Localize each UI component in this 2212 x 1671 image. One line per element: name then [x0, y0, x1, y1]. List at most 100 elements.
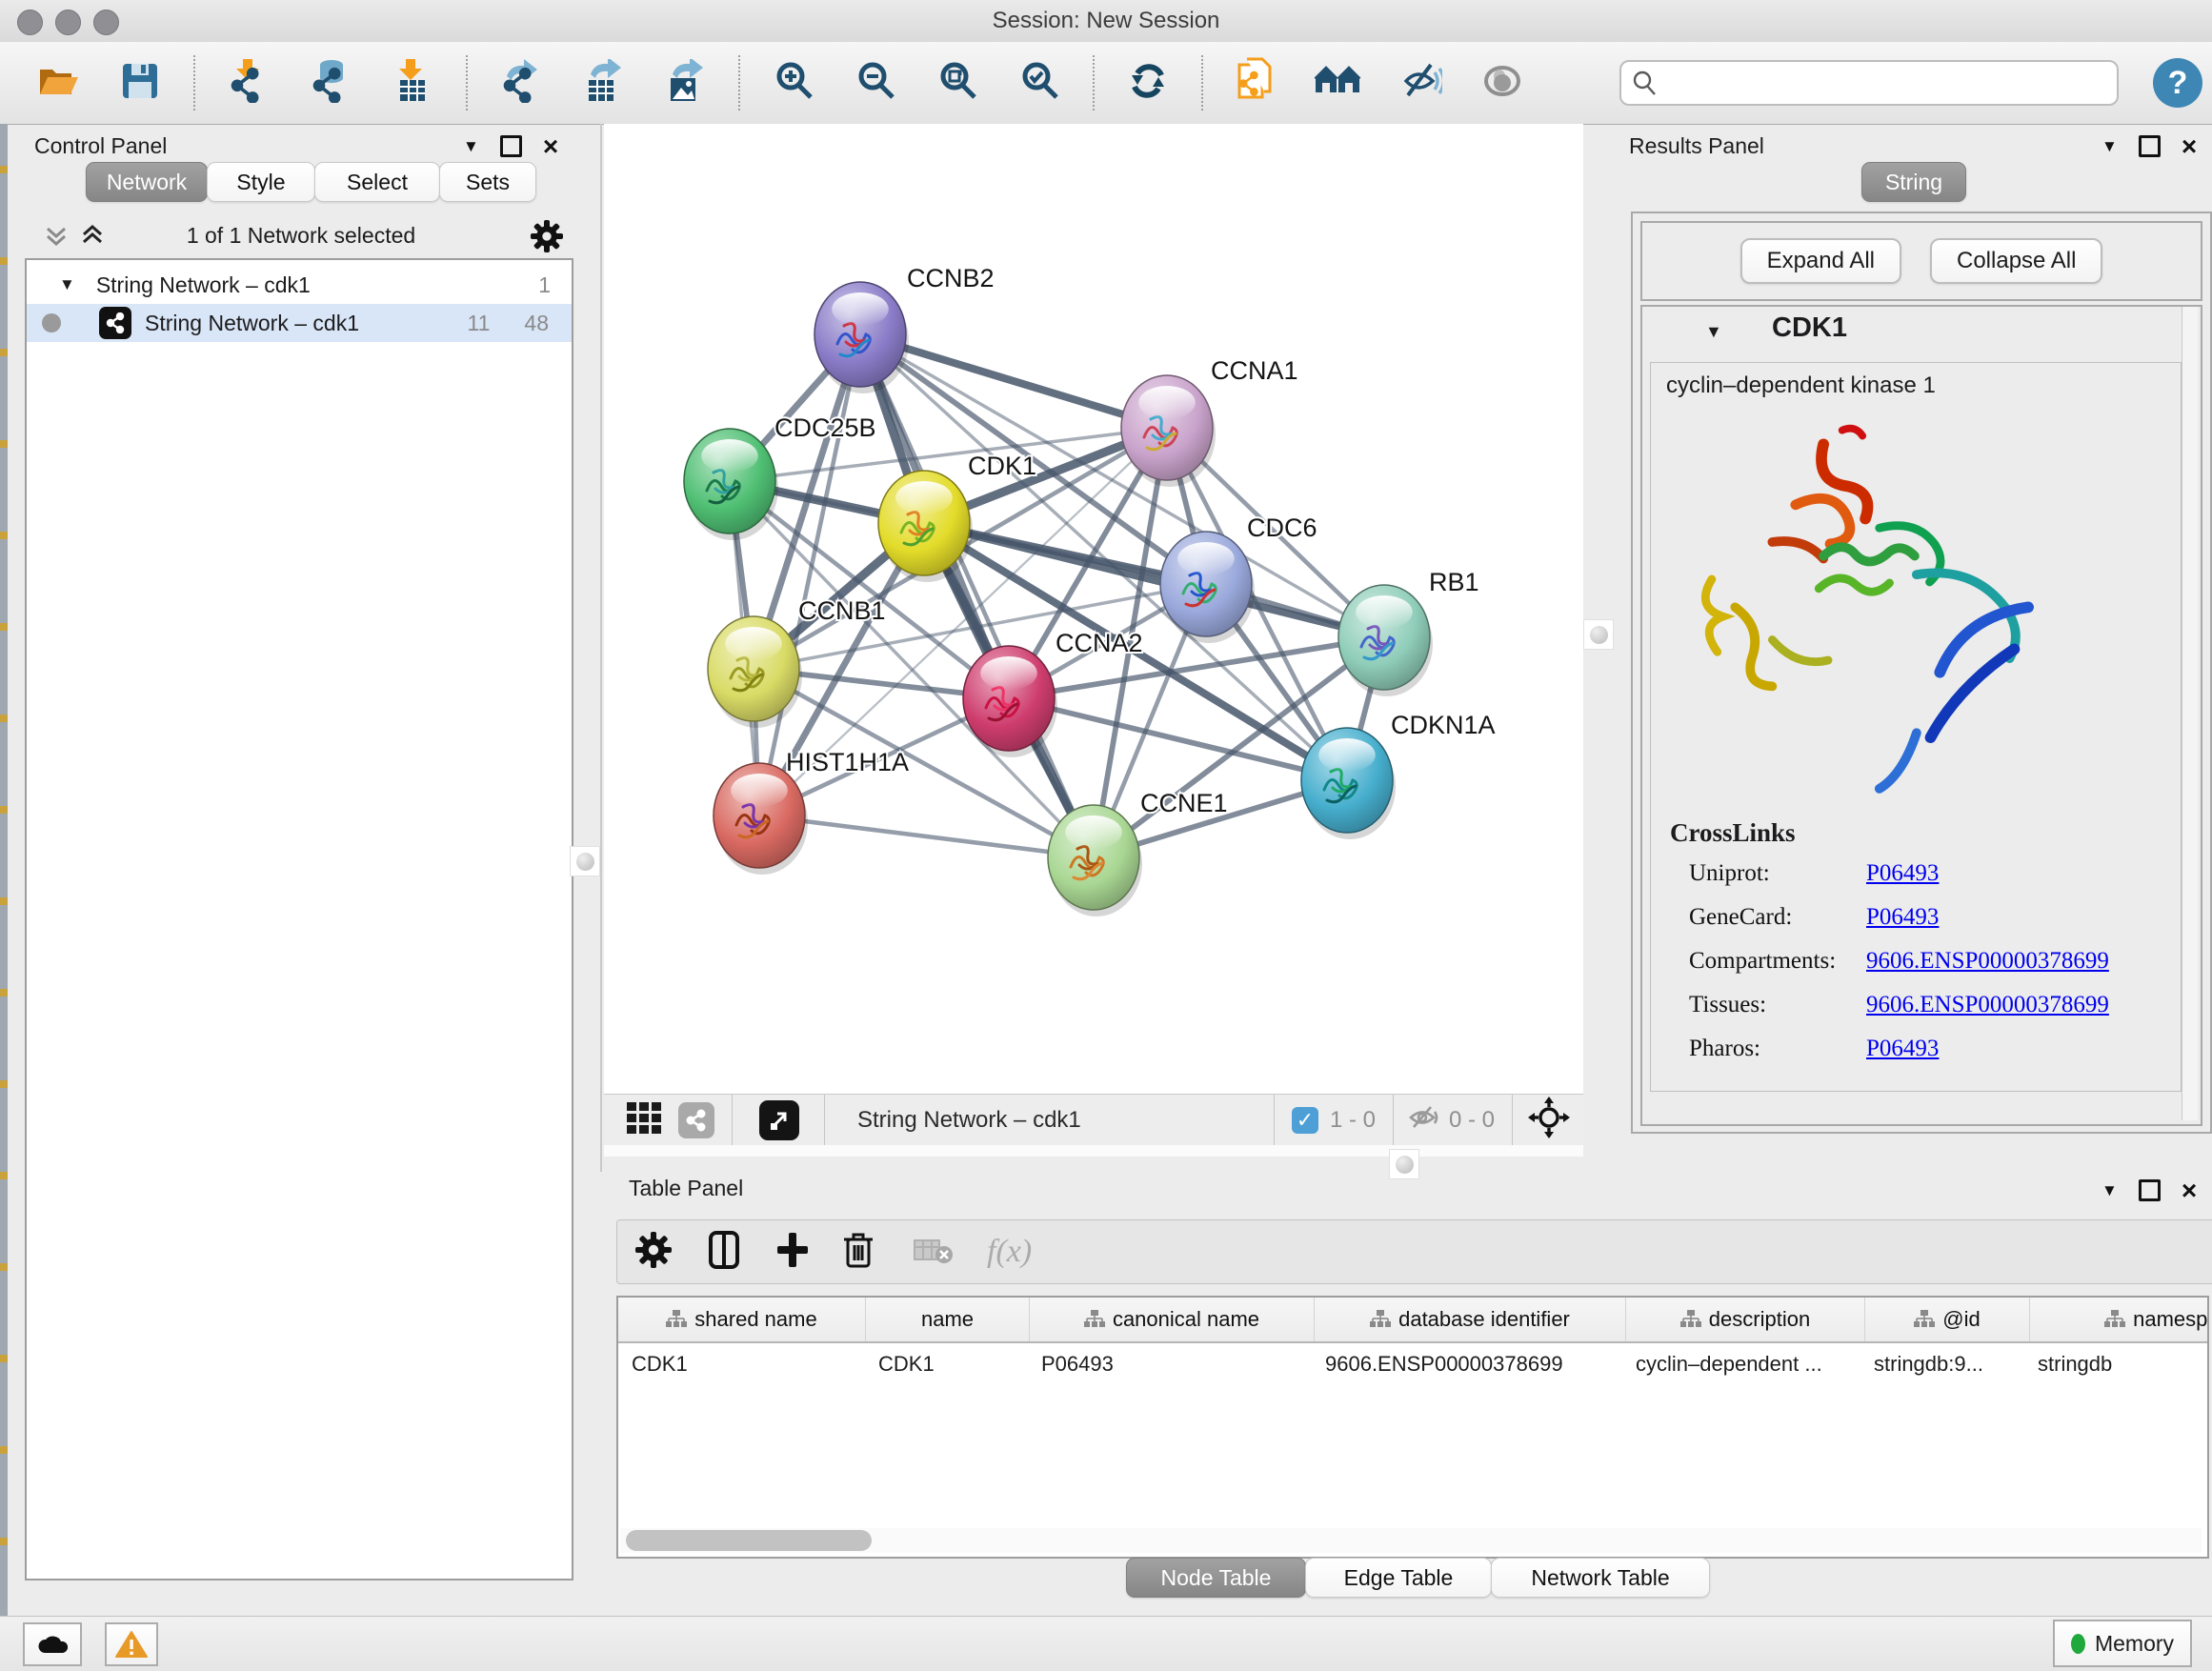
- crosslink-link[interactable]: 9606.ENSP00000378699: [1866, 992, 2109, 1018]
- network-node-CDC6[interactable]: [1160, 532, 1255, 643]
- crosslink-link[interactable]: 9606.ENSP00000378699: [1866, 948, 2109, 975]
- selected-checkbox-icon[interactable]: ✓: [1292, 1107, 1318, 1134]
- gene-description: cyclin–dependent kinase 1: [1666, 372, 1936, 399]
- table-horizontal-scrollbar[interactable]: [620, 1528, 2202, 1553]
- network-row-selected[interactable]: String Network – cdk1 11 48: [27, 304, 572, 342]
- tab-network-table[interactable]: Network Table: [1491, 1558, 1710, 1598]
- tab-select[interactable]: Select: [314, 162, 440, 202]
- control-panel: Control Panel ▼ × NetworkStyleSelectSets…: [8, 124, 600, 1671]
- zoom-in-button[interactable]: [753, 49, 835, 117]
- control-panel-menu-icon[interactable]: ▼: [463, 137, 479, 156]
- column-header-database-identifier[interactable]: database identifier: [1315, 1298, 1626, 1341]
- column-header-description[interactable]: description: [1626, 1298, 1865, 1341]
- search-box[interactable]: [1619, 60, 2119, 106]
- table-panel-float-icon[interactable]: [2139, 1179, 2161, 1201]
- help-button[interactable]: ?: [2153, 58, 2202, 108]
- collapse-all-button[interactable]: Collapse All: [1930, 238, 2102, 284]
- network-collection-row[interactable]: ▼ String Network – cdk1 1: [27, 266, 572, 304]
- tab-style[interactable]: Style: [207, 162, 315, 202]
- save-session-button[interactable]: [99, 49, 181, 117]
- show-eye-button[interactable]: [1461, 49, 1543, 117]
- network-edge[interactable]: [759, 334, 860, 815]
- network-node-CCNB1[interactable]: [708, 616, 802, 728]
- table-panel-title: Table Panel: [629, 1176, 743, 1201]
- fit-content-crosshair-icon[interactable]: [1528, 1097, 1570, 1145]
- network-canvas[interactable]: CCNB2CCNA1CDC25BCDK1CDC6RB1CCNB1CCNA2CDK…: [604, 124, 1583, 1094]
- node-label-HIST1H1A: HIST1H1A: [786, 748, 909, 776]
- collection-count: 1: [538, 272, 551, 298]
- network-node-CCNA1[interactable]: [1121, 375, 1216, 487]
- table-row[interactable]: CDK1CDK1P064939606.ENSP00000378699cyclin…: [618, 1343, 2207, 1385]
- table-panel-menu-icon[interactable]: ▼: [2101, 1181, 2118, 1200]
- hide-glasses-button[interactable]: [1379, 49, 1461, 117]
- gene-collapse-icon[interactable]: ▼: [1705, 322, 1722, 342]
- network-options-gear-icon[interactable]: [530, 219, 564, 258]
- cloud-button[interactable]: [23, 1622, 82, 1666]
- column-header-canonical-name[interactable]: canonical name: [1030, 1298, 1315, 1341]
- node-table[interactable]: shared namenamecanonical namedatabase id…: [616, 1296, 2209, 1559]
- results-panel-close-icon[interactable]: ×: [2182, 137, 2197, 156]
- crosslink-link[interactable]: P06493: [1866, 904, 1939, 931]
- tab-node-table[interactable]: Node Table: [1126, 1558, 1306, 1598]
- network-node-CDKN1A[interactable]: [1301, 728, 1396, 839]
- import-file-share-button[interactable]: [1216, 49, 1297, 117]
- warnings-button[interactable]: [105, 1622, 158, 1666]
- vertical-divider[interactable]: [600, 124, 602, 1172]
- control-panel-float-icon[interactable]: [500, 135, 522, 157]
- crosslink-link[interactable]: P06493: [1866, 1036, 1939, 1062]
- column-tree-icon: [2104, 1309, 2125, 1330]
- tab-string[interactable]: String: [1861, 162, 1966, 202]
- column-tree-icon: [1370, 1309, 1391, 1330]
- results-panel-menu-icon[interactable]: ▼: [2101, 137, 2118, 156]
- search-input[interactable]: [1658, 70, 2107, 96]
- delete-column-trash-icon[interactable]: [842, 1230, 875, 1275]
- zoom-selected-button[interactable]: [998, 49, 1080, 117]
- network-edge[interactable]: [860, 334, 1094, 857]
- tab-network[interactable]: Network: [86, 162, 208, 202]
- refresh-button[interactable]: [1107, 49, 1189, 117]
- results-panel: Results Panel ▼ × String Expand All Coll…: [1610, 124, 2212, 1153]
- table-cell: CDK1: [618, 1352, 865, 1377]
- import-network-database-button[interactable]: [290, 49, 372, 117]
- results-scrollbar[interactable]: [2182, 307, 2198, 1120]
- table-panel-close-icon[interactable]: ×: [2182, 1181, 2197, 1200]
- birds-eye-view-icon[interactable]: [759, 1100, 799, 1140]
- home-networks-button[interactable]: [1297, 49, 1379, 117]
- export-image-button[interactable]: [644, 49, 726, 117]
- network-edge[interactable]: [759, 815, 1094, 857]
- network-node-CDK1[interactable]: [878, 471, 973, 582]
- tab-sets[interactable]: Sets: [439, 162, 536, 202]
- import-network-button[interactable]: [208, 49, 290, 117]
- table-settings-gear-icon[interactable]: [634, 1231, 673, 1274]
- node-label-CCNB2: CCNB2: [907, 264, 995, 292]
- zoom-fit-button[interactable]: [916, 49, 998, 117]
- results-panel-float-icon[interactable]: [2139, 135, 2161, 157]
- network-node-HIST1H1A[interactable]: [714, 763, 808, 875]
- control-panel-close-icon[interactable]: ×: [543, 137, 558, 156]
- import-table-button[interactable]: [372, 49, 453, 117]
- control-panel-divider-grip[interactable]: [570, 846, 600, 876]
- collection-collapse-icon[interactable]: ▼: [59, 275, 75, 294]
- add-column-icon[interactable]: [775, 1231, 810, 1274]
- export-table-button[interactable]: [562, 49, 644, 117]
- share-view-icon[interactable]: [678, 1102, 714, 1138]
- export-network-button[interactable]: [480, 49, 562, 117]
- column-header-name[interactable]: name: [866, 1298, 1030, 1341]
- column-header-id[interactable]: @id: [1865, 1298, 2030, 1341]
- open-session-button[interactable]: [17, 49, 99, 117]
- network-node-RB1[interactable]: [1338, 585, 1433, 696]
- network-node-CCNA2[interactable]: [963, 646, 1057, 757]
- crosslink-link[interactable]: P06493: [1866, 860, 1939, 887]
- tab-edge-table[interactable]: Edge Table: [1305, 1558, 1492, 1598]
- zoom-out-button[interactable]: [835, 49, 916, 117]
- expand-all-button[interactable]: Expand All: [1740, 238, 1901, 284]
- show-columns-icon[interactable]: [705, 1229, 743, 1276]
- network-node-CCNE1[interactable]: [1048, 805, 1142, 916]
- memory-button[interactable]: Memory: [2053, 1620, 2192, 1667]
- scrollbar-thumb[interactable]: [626, 1530, 872, 1551]
- column-header-shared-name[interactable]: shared name: [618, 1298, 866, 1341]
- column-header-namespace[interactable]: namespace: [2030, 1298, 2209, 1341]
- network-node-CCNB2[interactable]: [814, 282, 909, 393]
- grid-view-icon[interactable]: [625, 1098, 663, 1143]
- node-label-CDKN1A: CDKN1A: [1391, 711, 1496, 739]
